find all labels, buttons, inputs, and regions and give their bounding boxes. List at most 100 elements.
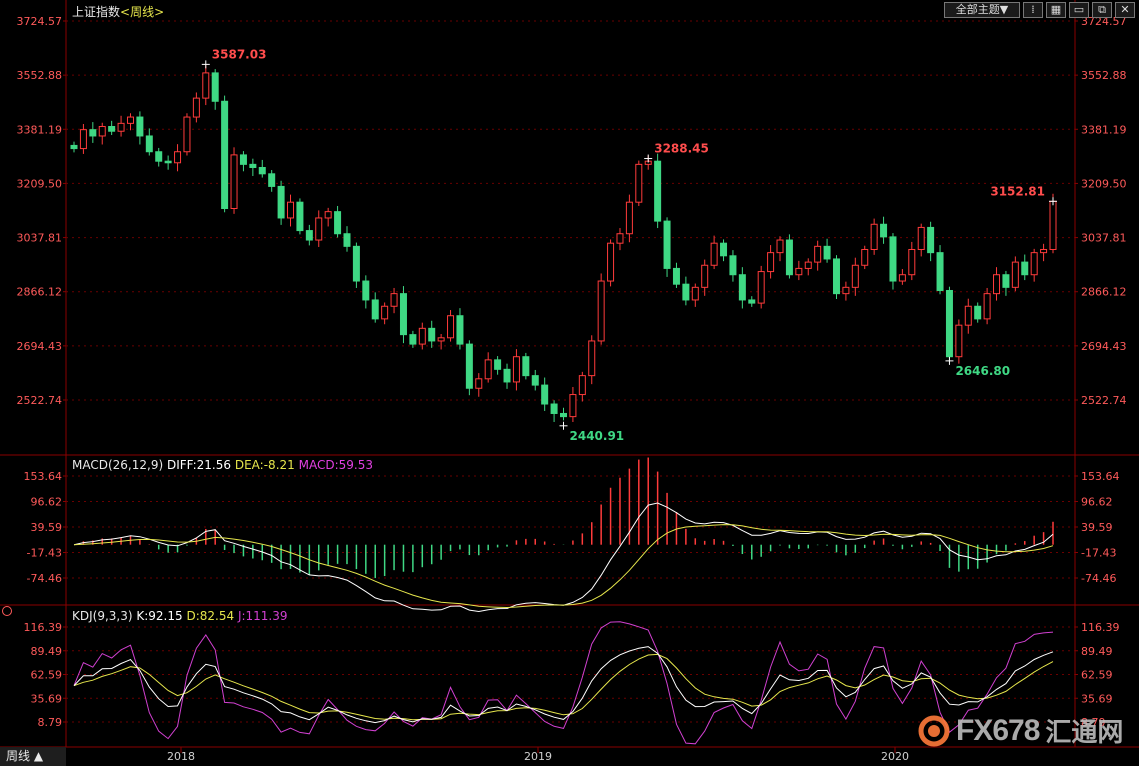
macd-diff: DIFF:21.56 bbox=[166, 458, 232, 472]
price-tick-label-right: 2866.12 bbox=[1081, 286, 1127, 299]
theme-select-button[interactable]: 全部主题▼ bbox=[944, 2, 1020, 18]
window-toolbar: 全部主题▼ ⁞ ▦ ▭ ⧉ ✕ bbox=[944, 2, 1135, 18]
macd-header: MACD(26,12,9) DIFF:21.56 DEA:-8.21 MACD:… bbox=[72, 458, 373, 472]
candle-body bbox=[98, 126, 106, 137]
candle-body bbox=[936, 252, 944, 291]
candle-body bbox=[202, 72, 210, 99]
candle-body bbox=[578, 375, 586, 396]
annotation-label: 3288.45 bbox=[654, 142, 709, 156]
watermark-brand: FX678 bbox=[956, 713, 1040, 747]
candle-body bbox=[945, 289, 953, 358]
candle-body bbox=[409, 334, 417, 345]
candle-body bbox=[305, 230, 313, 241]
x-label: 2018 bbox=[167, 750, 195, 763]
candle-body bbox=[908, 248, 916, 276]
candle-body bbox=[701, 264, 709, 288]
candle-body bbox=[748, 299, 756, 304]
period-label[interactable]: <周线> bbox=[120, 5, 164, 19]
candle-body bbox=[343, 233, 351, 247]
candle-body bbox=[428, 327, 436, 342]
candle-body bbox=[785, 239, 793, 276]
candle-body bbox=[851, 264, 859, 288]
annotation-label: 3587.03 bbox=[212, 47, 267, 61]
macd-tick-label-right: 96.62 bbox=[1081, 495, 1113, 508]
candle-body bbox=[832, 258, 840, 295]
candle-body bbox=[1040, 248, 1048, 254]
candle-body bbox=[720, 242, 728, 257]
period-tab[interactable]: 周线 ▲ bbox=[0, 747, 66, 766]
candle-body bbox=[738, 274, 746, 301]
candle-body bbox=[418, 327, 426, 345]
candle-body bbox=[503, 368, 511, 383]
price-tick-label-left: 3209.50 bbox=[17, 177, 63, 190]
macd-tick-label-right: 153.64 bbox=[1081, 470, 1120, 483]
candle-body bbox=[211, 72, 219, 102]
candle-body bbox=[230, 154, 238, 209]
candle-body bbox=[597, 280, 605, 342]
annotation-label: 3152.81 bbox=[990, 184, 1045, 198]
price-tick-label-right: 3552.88 bbox=[1081, 69, 1127, 82]
candle-body bbox=[550, 403, 558, 414]
candle-body bbox=[164, 160, 172, 164]
candle-body bbox=[371, 299, 379, 320]
candle-body bbox=[1030, 252, 1038, 276]
kdj-tick-label-left: 116.39 bbox=[24, 621, 63, 634]
kdj-tick-label-right: 89.49 bbox=[1081, 645, 1113, 658]
macd-tick-label-left: -74.46 bbox=[27, 572, 62, 585]
kdj-j-line bbox=[73, 621, 1054, 745]
candle-body bbox=[767, 252, 775, 273]
window-icon[interactable]: ▭ bbox=[1069, 2, 1089, 18]
candle-body bbox=[588, 340, 596, 377]
candle-body bbox=[889, 236, 897, 282]
candle-body bbox=[437, 337, 445, 342]
kdj-header: KDJ(9,3,3) K:92.15 D:82.54 J:111.39 bbox=[72, 609, 288, 623]
candle-body bbox=[192, 97, 200, 118]
macd-tick-label-left: -17.43 bbox=[27, 546, 62, 559]
candle-body bbox=[381, 305, 389, 320]
kdj-name: KDJ(9,3,3) bbox=[72, 609, 133, 623]
index-name: 上证指数 bbox=[72, 5, 121, 19]
price-tick-label-right: 3209.50 bbox=[1081, 177, 1127, 190]
macd-tick-label-right: 39.59 bbox=[1081, 521, 1113, 534]
watermark-cn: 汇通网 bbox=[1045, 718, 1124, 748]
settings-dot-icon[interactable] bbox=[2, 606, 12, 616]
kdj-tick-label-left: 62.59 bbox=[31, 669, 63, 682]
candle-body bbox=[1021, 261, 1029, 276]
candle-body bbox=[898, 274, 906, 282]
window-restore-icon[interactable]: ⧉ bbox=[1092, 2, 1112, 18]
chart-canvas[interactable]: 3724.57 3724.573552.88 3552.883381.19 3381.… bbox=[0, 0, 1139, 766]
kdj-tick-label-left: 35.69 bbox=[31, 692, 63, 705]
candle-body bbox=[607, 242, 615, 282]
candle-body bbox=[974, 305, 982, 320]
candle-body bbox=[334, 211, 342, 235]
candle-body bbox=[757, 271, 765, 304]
candle-body bbox=[1002, 274, 1010, 288]
price-tick-label-left: 2522.74 bbox=[17, 394, 63, 407]
candle-body bbox=[268, 173, 276, 187]
grid-icon[interactable]: ▦ bbox=[1046, 2, 1066, 18]
candle-body bbox=[955, 324, 963, 358]
candle-body bbox=[362, 280, 370, 301]
x-label: 2020 bbox=[881, 750, 909, 763]
macd-tick-label-left: 96.62 bbox=[31, 495, 63, 508]
candle-body bbox=[569, 394, 577, 418]
candle-body bbox=[927, 226, 935, 254]
price-tick-label-right: 2522.74 bbox=[1081, 394, 1127, 407]
candle-body bbox=[287, 201, 295, 219]
macd-tick-label-right: -17.43 bbox=[1081, 546, 1116, 559]
fx678-logo-icon bbox=[918, 715, 950, 746]
candle-body bbox=[324, 211, 332, 219]
candle-body bbox=[964, 305, 972, 326]
price-tick-label-left: 3381.19 bbox=[17, 123, 63, 136]
candle-body bbox=[315, 217, 323, 241]
candle-body bbox=[465, 343, 473, 389]
x-label: 2019 bbox=[524, 750, 552, 763]
candle-body bbox=[484, 359, 492, 380]
kdj-d: D:82.54 bbox=[186, 609, 235, 623]
tile-icon[interactable]: ⁞ bbox=[1023, 2, 1043, 18]
price-tick-label-left: 2866.12 bbox=[17, 286, 63, 299]
candle-body bbox=[804, 261, 812, 269]
candle-body bbox=[512, 356, 520, 383]
close-icon[interactable]: ✕ bbox=[1115, 2, 1135, 18]
candle-body bbox=[174, 151, 182, 164]
